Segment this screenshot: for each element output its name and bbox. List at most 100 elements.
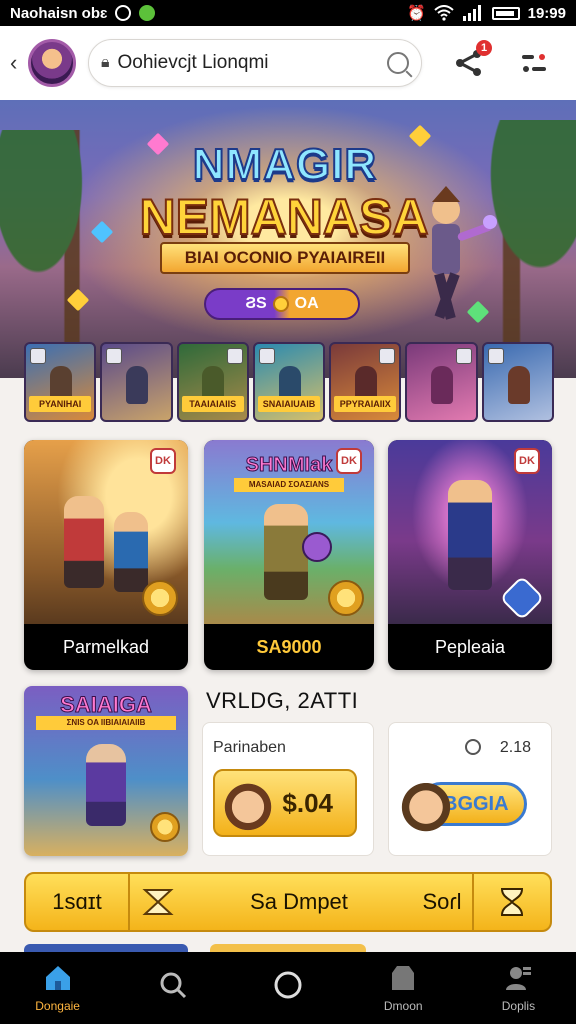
game-thumbnail-strip: PYANIHAI TAAIAIAIIS SNAIAIUAIB PPYRAIAII… xyxy=(24,342,554,422)
hero-title-line2: NEMANASA xyxy=(139,188,430,246)
hero-pill-right: OA xyxy=(294,295,319,312)
action-bar: 1sɑɪt Sa Dmpet Soɾl xyxy=(24,872,552,932)
timer-label: 2.18 xyxy=(499,739,531,756)
hero-character-illustration xyxy=(432,186,497,320)
card-art-title: SHNMIak xyxy=(245,454,333,477)
thumbnail-label: TAAIAIAIIS xyxy=(181,396,244,412)
timer-icon xyxy=(465,739,481,755)
character-figure xyxy=(64,496,104,588)
offer-label: Parinaben xyxy=(213,739,286,756)
character-avatar xyxy=(399,773,453,835)
gem-icon xyxy=(499,575,545,621)
nav-profile[interactable]: Doplis xyxy=(461,952,576,1024)
character-figure xyxy=(126,366,149,404)
hero-subtitle: BIAI OCONIO PYAIAIREII xyxy=(160,242,410,274)
nav-label: Dmoon xyxy=(383,999,423,1013)
character-avatar xyxy=(221,775,275,833)
game-card[interactable]: DK Pepleaia xyxy=(388,440,552,670)
game-thumbnail[interactable] xyxy=(481,342,554,422)
card-art-subtitle: MASAIAD ΣOAΣIANS xyxy=(234,478,344,492)
signal-icon xyxy=(462,5,481,21)
notification-icon xyxy=(115,5,132,21)
wifi-icon xyxy=(433,5,454,21)
gem-icon xyxy=(146,132,170,156)
magic-orb-icon xyxy=(302,532,332,562)
game-card[interactable]: DK Parmelkad xyxy=(24,440,188,670)
carrier-label: Naohaisn obɛ xyxy=(10,4,108,22)
coin-icon xyxy=(272,296,289,312)
bottom-nav: Dongaie Dmoon Doplis xyxy=(0,952,576,1024)
hero-pill-left: ϨS xyxy=(245,295,267,312)
more-menu-icon[interactable] xyxy=(518,46,552,80)
notification-badge: 1 xyxy=(476,40,492,56)
character-figure xyxy=(448,480,492,590)
hourglass-button[interactable] xyxy=(472,874,550,930)
battery-icon xyxy=(491,6,520,20)
hourglass-icon xyxy=(130,887,186,917)
circle-icon xyxy=(274,971,302,999)
search-icon xyxy=(160,972,186,999)
nav-search[interactable] xyxy=(115,952,230,1024)
home-icon xyxy=(45,966,70,990)
avatar[interactable] xyxy=(28,39,76,87)
nav-center[interactable] xyxy=(230,952,345,1024)
thumbnail-badge-icon xyxy=(106,348,123,364)
coin-icon xyxy=(142,580,178,616)
hourglass-icon xyxy=(500,888,524,916)
card-badge: DK xyxy=(150,448,176,474)
thumbnail-badge-icon xyxy=(487,348,504,364)
thumbnail-badge-icon xyxy=(258,348,275,364)
back-chevron-icon[interactable]: ‹ xyxy=(10,50,26,76)
clock: 19:99 xyxy=(527,4,566,22)
offer-pill-button[interactable]: IBGGIA xyxy=(399,773,547,835)
game-thumbnail[interactable] xyxy=(100,342,173,422)
search-bar[interactable]: 🔒︎ Oohievcjt Lionqmi xyxy=(88,39,422,87)
app-bar: ‹ 🔒︎ Oohievcjt Lionqmi 1 xyxy=(0,26,576,100)
card-caption: Pepleaia xyxy=(434,637,506,657)
game-thumbnail[interactable]: PPYRAIAIIX xyxy=(329,342,402,422)
offer-box: 2.18 IBGGIA xyxy=(388,722,552,856)
price-label: $.04 xyxy=(282,787,333,818)
action-right-button[interactable]: Soɾl xyxy=(412,889,472,915)
promo-title: SAIAIGA xyxy=(60,692,153,718)
app-status-icon xyxy=(139,5,156,21)
status-bar: Naohaisn obɛ ⏰ 19:99 xyxy=(0,0,576,26)
profile-icon xyxy=(506,967,532,990)
promo-subtitle: ΣNIS OA IIBIAIAIAIIB xyxy=(36,716,176,730)
promo-card[interactable]: SAIAIGA ΣNIS OA IIBIAIAIAIIB xyxy=(24,686,188,856)
section-heading: VRLDG, 2ATTI xyxy=(206,688,359,713)
hero-title-line1: NMAGIR xyxy=(192,139,378,190)
palm-tree-left xyxy=(0,130,140,378)
search-icon[interactable] xyxy=(387,52,409,74)
hero-banner[interactable]: NMAGIR NEMANASA BIAI OCONIO PYAIAIREII Ϩ… xyxy=(0,100,576,378)
game-thumbnail[interactable]: SNAIAIUAIB xyxy=(252,342,326,422)
lock-icon: 🔒︎ xyxy=(101,54,110,71)
game-thumbnail[interactable]: TAAIAIAIIS xyxy=(176,342,249,422)
store-icon xyxy=(392,966,415,990)
nav-home[interactable]: Dongaie xyxy=(0,952,115,1024)
thumbnail-badge-icon xyxy=(30,348,46,364)
action-left-button[interactable]: 1sɑɪt xyxy=(26,874,130,930)
price-button[interactable]: $.04 xyxy=(213,769,357,837)
character-figure xyxy=(86,744,126,826)
game-thumbnail[interactable] xyxy=(405,342,478,422)
character-figure xyxy=(431,366,454,404)
card-badge: DK xyxy=(336,448,362,474)
thumbnail-label: PPYRAIAIIX xyxy=(334,396,397,412)
nav-label: Doplis xyxy=(501,999,536,1013)
thumbnail-badge-icon xyxy=(455,348,472,364)
search-input[interactable]: Oohievcjt Lionqmi xyxy=(118,52,379,74)
thumbnail-label: PYANIHAI xyxy=(29,396,92,412)
character-figure xyxy=(264,504,308,600)
alarm-icon: ⏰ xyxy=(406,5,426,22)
thumbnail-label: SNAIAIUAIB xyxy=(257,396,321,412)
game-card[interactable]: SHNMIak MASAIAD ΣOAΣIANS DK SA9000 xyxy=(204,440,374,670)
hero-play-pill[interactable]: ϨS OA xyxy=(204,288,360,320)
game-thumbnail[interactable]: PYANIHAI xyxy=(24,342,97,422)
thumbnail-badge-icon xyxy=(379,348,396,364)
character-figure xyxy=(114,512,148,592)
offer-box: Parinaben $.04 xyxy=(202,722,374,856)
nav-store[interactable]: Dmoon xyxy=(346,952,461,1024)
action-middle-button[interactable]: Sa Dmpet xyxy=(186,889,412,915)
coin-icon xyxy=(150,812,180,842)
